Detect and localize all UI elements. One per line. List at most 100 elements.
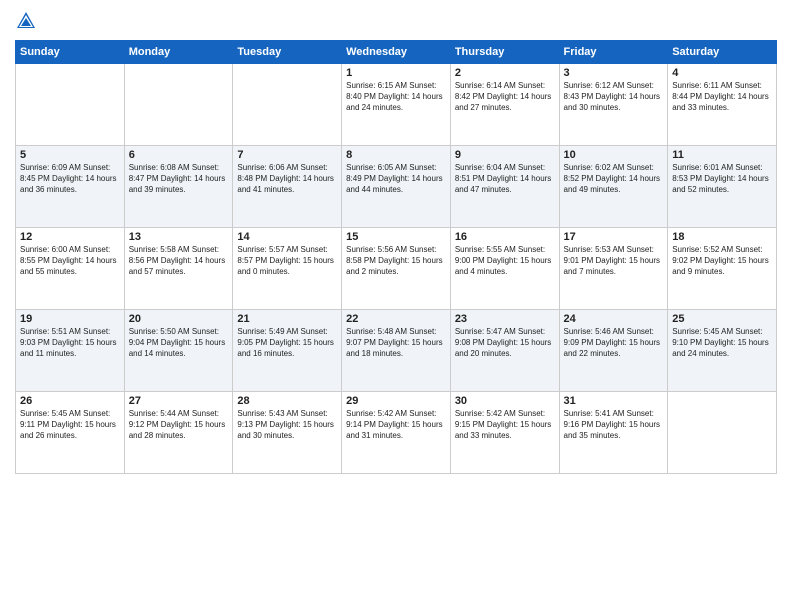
day-info: Sunrise: 5:45 AM Sunset: 9:10 PM Dayligh…: [672, 327, 772, 359]
day-number: 11: [672, 149, 772, 161]
day-cell: 6Sunrise: 6:08 AM Sunset: 8:47 PM Daylig…: [124, 146, 233, 228]
day-number: 16: [455, 231, 555, 243]
day-cell: 22Sunrise: 5:48 AM Sunset: 9:07 PM Dayli…: [342, 310, 451, 392]
day-info: Sunrise: 6:08 AM Sunset: 8:47 PM Dayligh…: [129, 163, 229, 195]
day-number: 10: [564, 149, 664, 161]
day-number: 14: [237, 231, 337, 243]
day-number: 25: [672, 313, 772, 325]
day-cell: 21 Sunrise: 5:49 AM Sunset: 9:05 PM Dayli…: [233, 310, 342, 392]
day-cell: 26Sunrise: 5:45 AM Sunset: 9:11 PM Dayli…: [16, 392, 125, 474]
day-cell: 20 Sunrise: 5:50 AM Sunset: 9:04 PM Dayli…: [124, 310, 233, 392]
day-number: 27: [129, 395, 229, 407]
day-cell: 18Sunrise: 5:52 AM Sunset: 9:02 PM Dayli…: [668, 228, 777, 310]
day-info: Sunrise: 5:55 AM Sunset: 9:00 PM Dayligh…: [455, 245, 555, 277]
day-info: Sunrise: 6:04 AM Sunset: 8:51 PM Dayligh…: [455, 163, 555, 195]
header-day-thursday: Thursday: [450, 41, 559, 64]
day-number: 9: [455, 149, 555, 161]
day-info: Sunrise: 6:02 AM Sunset: 8:52 PM Dayligh…: [564, 163, 664, 195]
day-cell: 28 Sunrise: 5:43 AM Sunset: 9:13 PM Dayli…: [233, 392, 342, 474]
day-info: Sunrise: 5:42 AM Sunset: 9:15 PM Dayligh…: [455, 409, 555, 441]
day-info: Sunrise: 6:15 AM Sunset: 8:40 PM Dayligh…: [346, 81, 446, 113]
day-cell: 9 Sunrise: 6:04 AM Sunset: 8:51 PM Daylig…: [450, 146, 559, 228]
week-row-2: 5 Sunrise: 6:09 AM Sunset: 8:45 PM Daylig…: [16, 146, 777, 228]
header-day-friday: Friday: [559, 41, 668, 64]
day-number: 20: [129, 313, 229, 325]
day-info: Sunrise: 5:50 AM Sunset: 9:04 PM Dayligh…: [129, 327, 229, 359]
day-cell: 30Sunrise: 5:42 AM Sunset: 9:15 PM Dayli…: [450, 392, 559, 474]
day-cell: [233, 64, 342, 146]
header-day-sunday: Sunday: [16, 41, 125, 64]
day-info: Sunrise: 5:52 AM Sunset: 9:02 PM Dayligh…: [672, 245, 772, 277]
day-info: Sunrise: 6:14 AM Sunset: 8:42 PM Dayligh…: [455, 81, 555, 113]
day-number: 13: [129, 231, 229, 243]
day-cell: 16 Sunrise: 5:55 AM Sunset: 9:00 PM Dayli…: [450, 228, 559, 310]
day-info: Sunrise: 5:46 AM Sunset: 9:09 PM Dayligh…: [564, 327, 664, 359]
day-number: 19: [20, 313, 120, 325]
day-info: Sunrise: 5:42 AM Sunset: 9:14 PM Dayligh…: [346, 409, 446, 441]
day-number: 4: [672, 67, 772, 79]
day-number: 29: [346, 395, 446, 407]
day-cell: 7 Sunrise: 6:06 AM Sunset: 8:48 PM Daylig…: [233, 146, 342, 228]
day-cell: 8 Sunrise: 6:05 AM Sunset: 8:49 PM Daylig…: [342, 146, 451, 228]
day-number: 2: [455, 67, 555, 79]
day-info: Sunrise: 5:48 AM Sunset: 9:07 PM Dayligh…: [346, 327, 446, 359]
week-row-5: 26Sunrise: 5:45 AM Sunset: 9:11 PM Dayli…: [16, 392, 777, 474]
day-cell: 14 Sunrise: 5:57 AM Sunset: 8:57 PM Dayli…: [233, 228, 342, 310]
day-info: Sunrise: 5:49 AM Sunset: 9:05 PM Dayligh…: [237, 327, 337, 359]
day-cell: [16, 64, 125, 146]
day-cell: 23 Sunrise: 5:47 AM Sunset: 9:08 PM Dayli…: [450, 310, 559, 392]
day-cell: 11 Sunrise: 6:01 AM Sunset: 8:53 PM Dayli…: [668, 146, 777, 228]
day-number: 31: [564, 395, 664, 407]
day-cell: 2 Sunrise: 6:14 AM Sunset: 8:42 PM Daylig…: [450, 64, 559, 146]
header-day-monday: Monday: [124, 41, 233, 64]
day-cell: 12Sunrise: 6:00 AM Sunset: 8:55 PM Dayli…: [16, 228, 125, 310]
day-number: 24: [564, 313, 664, 325]
header-row: SundayMondayTuesdayWednesdayThursdayFrid…: [16, 41, 777, 64]
day-info: Sunrise: 6:12 AM Sunset: 8:43 PM Dayligh…: [564, 81, 664, 113]
header-day-saturday: Saturday: [668, 41, 777, 64]
day-cell: 31 Sunrise: 5:41 AM Sunset: 9:16 PM Dayli…: [559, 392, 668, 474]
day-info: Sunrise: 5:44 AM Sunset: 9:12 PM Dayligh…: [129, 409, 229, 441]
day-number: 5: [20, 149, 120, 161]
day-cell: [668, 392, 777, 474]
day-number: 7: [237, 149, 337, 161]
day-number: 21: [237, 313, 337, 325]
day-cell: 27 Sunrise: 5:44 AM Sunset: 9:12 PM Dayli…: [124, 392, 233, 474]
day-info: Sunrise: 6:11 AM Sunset: 8:44 PM Dayligh…: [672, 81, 772, 113]
day-cell: 24 Sunrise: 5:46 AM Sunset: 9:09 PM Dayli…: [559, 310, 668, 392]
day-number: 8: [346, 149, 446, 161]
day-info: Sunrise: 5:47 AM Sunset: 9:08 PM Dayligh…: [455, 327, 555, 359]
header-day-wednesday: Wednesday: [342, 41, 451, 64]
day-cell: 13 Sunrise: 5:58 AM Sunset: 8:56 PM Dayli…: [124, 228, 233, 310]
week-row-3: 12Sunrise: 6:00 AM Sunset: 8:55 PM Dayli…: [16, 228, 777, 310]
day-number: 23: [455, 313, 555, 325]
day-number: 12: [20, 231, 120, 243]
day-cell: 15Sunrise: 5:56 AM Sunset: 8:58 PM Dayli…: [342, 228, 451, 310]
week-row-4: 19Sunrise: 5:51 AM Sunset: 9:03 PM Dayli…: [16, 310, 777, 392]
day-info: Sunrise: 5:41 AM Sunset: 9:16 PM Dayligh…: [564, 409, 664, 441]
day-info: Sunrise: 6:01 AM Sunset: 8:53 PM Dayligh…: [672, 163, 772, 195]
calendar-table: SundayMondayTuesdayWednesdayThursdayFrid…: [15, 40, 777, 474]
day-cell: 5 Sunrise: 6:09 AM Sunset: 8:45 PM Daylig…: [16, 146, 125, 228]
day-info: Sunrise: 5:57 AM Sunset: 8:57 PM Dayligh…: [237, 245, 337, 277]
week-row-1: 1 Sunrise: 6:15 AM Sunset: 8:40 PM Daylig…: [16, 64, 777, 146]
day-cell: 1 Sunrise: 6:15 AM Sunset: 8:40 PM Daylig…: [342, 64, 451, 146]
day-cell: 25 Sunrise: 5:45 AM Sunset: 9:10 PM Dayli…: [668, 310, 777, 392]
day-info: Sunrise: 5:43 AM Sunset: 9:13 PM Dayligh…: [237, 409, 337, 441]
header-day-tuesday: Tuesday: [233, 41, 342, 64]
header: [15, 10, 777, 32]
page: SundayMondayTuesdayWednesdayThursdayFrid…: [0, 0, 792, 612]
day-number: 1: [346, 67, 446, 79]
day-cell: 17Sunrise: 5:53 AM Sunset: 9:01 PM Dayli…: [559, 228, 668, 310]
day-info: Sunrise: 5:53 AM Sunset: 9:01 PM Dayligh…: [564, 245, 664, 277]
day-cell: 29 Sunrise: 5:42 AM Sunset: 9:14 PM Dayli…: [342, 392, 451, 474]
day-cell: 10 Sunrise: 6:02 AM Sunset: 8:52 PM Dayli…: [559, 146, 668, 228]
day-info: Sunrise: 6:05 AM Sunset: 8:49 PM Dayligh…: [346, 163, 446, 195]
day-info: Sunrise: 6:09 AM Sunset: 8:45 PM Dayligh…: [20, 163, 120, 195]
logo: [15, 10, 41, 32]
day-cell: [124, 64, 233, 146]
day-info: Sunrise: 6:06 AM Sunset: 8:48 PM Dayligh…: [237, 163, 337, 195]
day-info: Sunrise: 5:58 AM Sunset: 8:56 PM Dayligh…: [129, 245, 229, 277]
day-number: 28: [237, 395, 337, 407]
day-cell: 3Sunrise: 6:12 AM Sunset: 8:43 PM Daylig…: [559, 64, 668, 146]
